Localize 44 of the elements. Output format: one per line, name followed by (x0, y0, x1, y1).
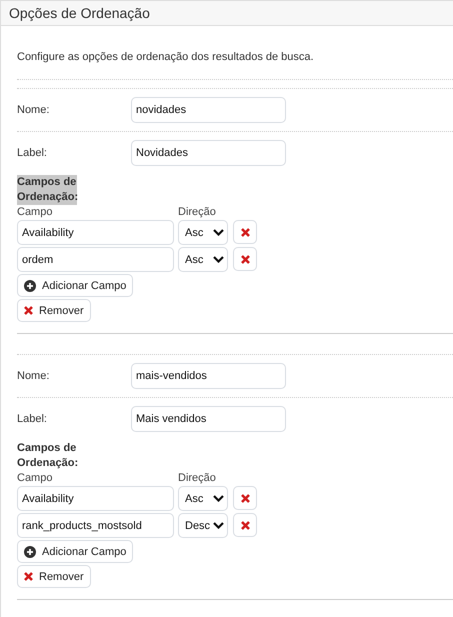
column-header: Direção (178, 206, 216, 218)
plus-circle-icon (24, 546, 36, 558)
sort-field-input[interactable]: ordem (17, 247, 174, 272)
description: Configure as opções de ordenação dos resultados de busca. (17, 26, 453, 80)
delete-button[interactable] (233, 247, 257, 271)
name-field[interactable]: novidades (131, 97, 286, 123)
direction-select[interactable]: Desc (178, 513, 228, 538)
close-icon (24, 572, 33, 581)
close-icon (240, 254, 250, 264)
chevron-down-icon (213, 522, 224, 529)
delete-button[interactable] (233, 486, 257, 510)
sort-field-input[interactable]: Availability (17, 220, 174, 245)
panel-title: Opções de Ordenação (9, 5, 150, 21)
label-field[interactable]: Mais vendidos (131, 406, 286, 432)
column-header: Campo (17, 206, 54, 218)
add-field-button[interactable]: Adicionar Campo (17, 274, 134, 297)
direction-select[interactable]: Asc (178, 486, 228, 511)
delete-button[interactable] (233, 220, 257, 244)
field-label: Label: (17, 147, 48, 159)
name-field[interactable]: mais-vendidos (131, 363, 286, 389)
column-header: Direção (178, 472, 216, 484)
close-icon (240, 228, 250, 236)
plus-circle-icon (24, 280, 36, 292)
close-icon (240, 494, 250, 502)
chevron-down-icon (213, 229, 224, 236)
label-field[interactable]: Novidades (131, 140, 286, 166)
field-label: Nome: (17, 370, 50, 382)
remove-button[interactable]: Remover (17, 299, 91, 322)
section-heading: Campos de Ordenação: (17, 175, 77, 205)
close-icon (240, 520, 250, 530)
add-field-button[interactable]: Adicionar Campo (17, 540, 134, 563)
column-header: Campo (17, 472, 54, 484)
field-label: Nome: (17, 104, 50, 116)
close-icon (24, 306, 33, 315)
sort-field-input[interactable]: rank_products_mostsold (17, 513, 174, 538)
field-label: Label: (17, 413, 48, 425)
direction-select[interactable]: Asc (178, 247, 228, 272)
chevron-down-icon (213, 495, 224, 502)
section-heading: Campos de Ordenação: (17, 441, 77, 471)
chevron-down-icon (213, 256, 224, 263)
delete-button[interactable] (233, 513, 257, 537)
sort-field-input[interactable]: Availability (17, 486, 174, 511)
direction-select[interactable]: Asc (178, 220, 228, 245)
remove-button[interactable]: Remover (17, 565, 91, 588)
